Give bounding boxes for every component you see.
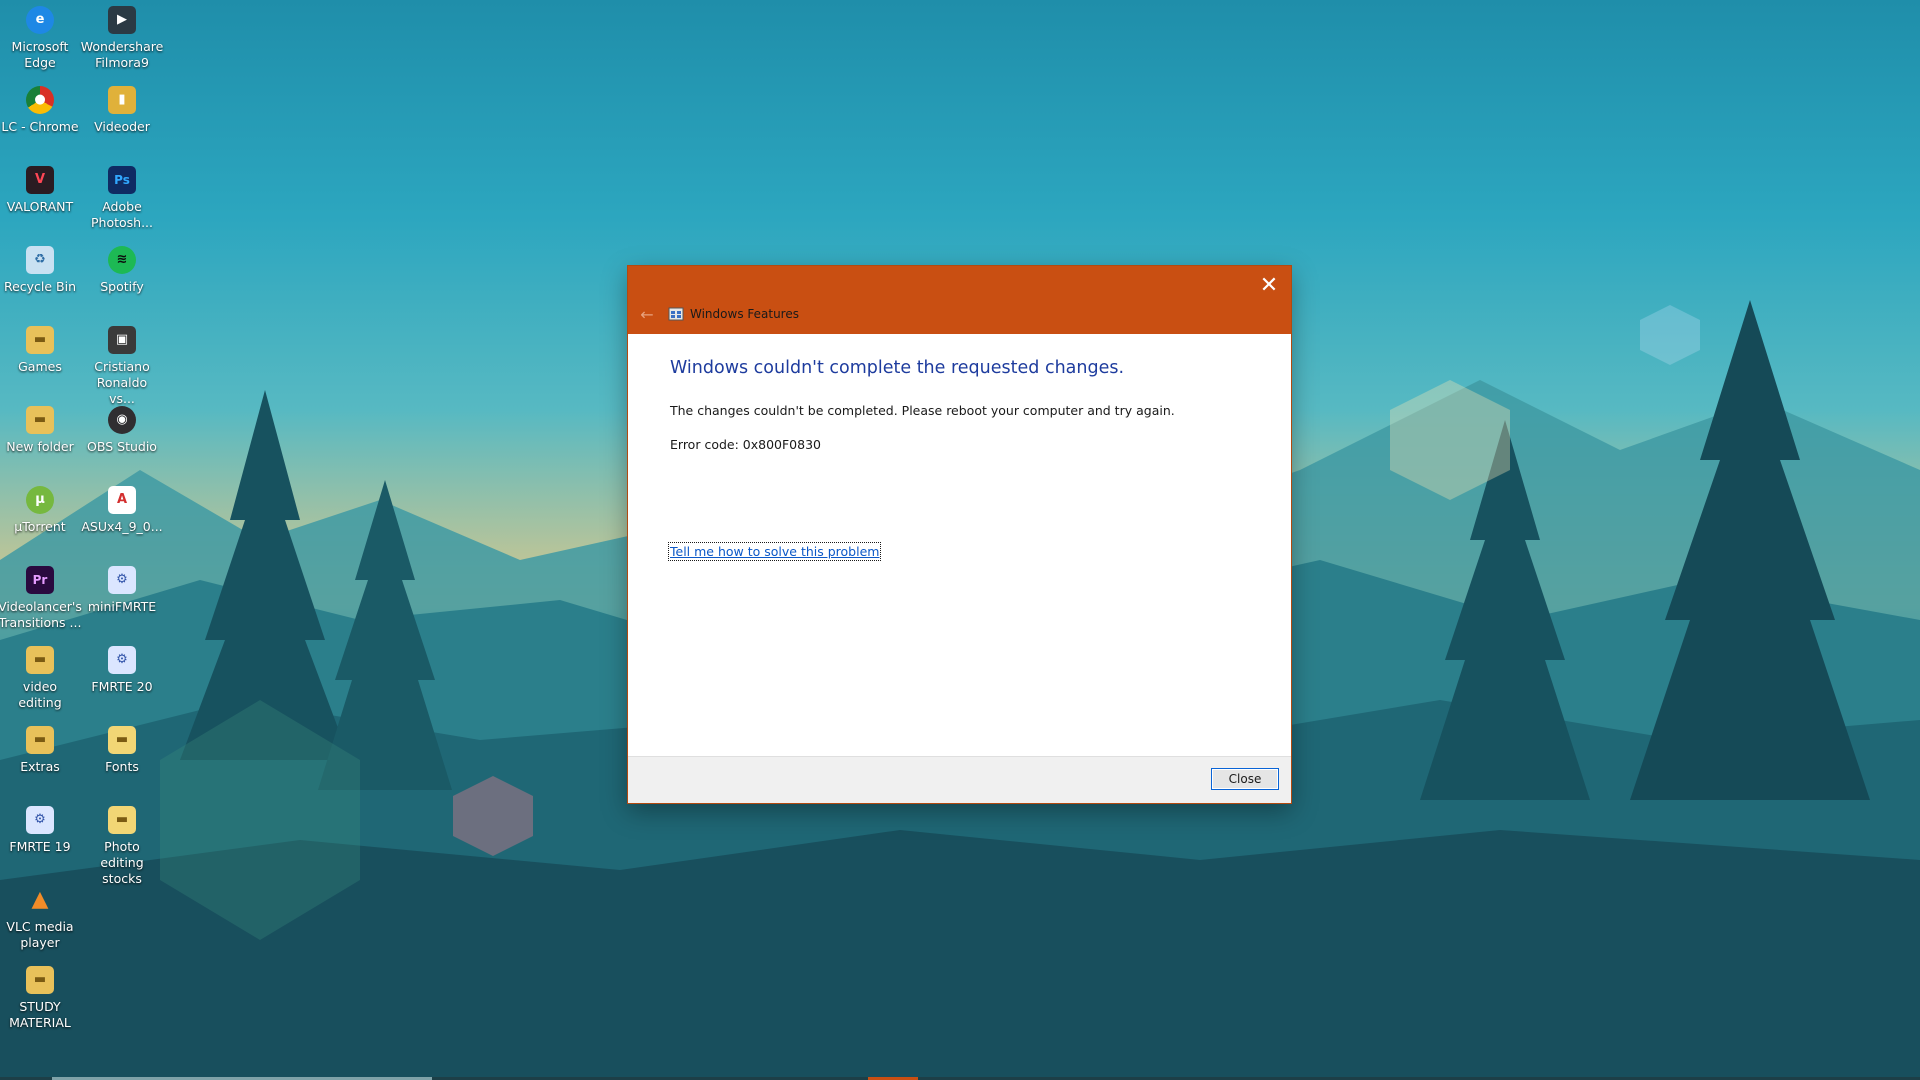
desktop-icon-microsoft-edge[interactable]: e Microsoft Edge <box>0 6 82 71</box>
vlc-icon: ▲ <box>31 887 49 912</box>
desktop-icon-study-material[interactable]: ▬ STUDY MATERIAL <box>0 966 82 1031</box>
folder-icon: ▬ <box>26 966 54 994</box>
windows-features-dialog: ✕ ← Windows Features Windows couldn't co… <box>628 266 1291 803</box>
desktop-icon-fmrte-19[interactable]: ⚙ FMRTE 19 <box>0 806 82 855</box>
premiere-icon: Pr <box>26 566 54 594</box>
fmrte-icon: ⚙ <box>26 806 54 834</box>
desktop-icon-label: FMRTE 19 <box>9 839 71 854</box>
desktop-icon-fmrte-20[interactable]: ⚙ FMRTE 20 <box>80 646 164 695</box>
help-link[interactable]: Tell me how to solve this problem <box>667 542 882 561</box>
desktop-icon-label: µTorrent <box>14 519 66 534</box>
desktop-icon-asux4-pdf[interactable]: A ASUx4_9_0... <box>80 486 164 535</box>
desktop-icon-spotify[interactable]: ≋ Spotify <box>80 246 164 295</box>
desktop-icon-wondershare-filmora9[interactable]: ▶ Wondershare Filmora9 <box>80 6 164 71</box>
desktop-icon-video-editing[interactable]: ▬ video editing <box>0 646 82 711</box>
desktop: e Microsoft Edge ▶ Wondershare Filmora9 … <box>0 0 1920 1080</box>
videoder-icon: ▮ <box>108 86 136 114</box>
windows-features-icon <box>668 307 684 321</box>
folder-icon: ▬ <box>108 726 136 754</box>
folder-icon: ▬ <box>26 726 54 754</box>
desktop-icon-recycle-bin[interactable]: ♻ Recycle Bin <box>0 246 82 295</box>
recycle-bin-icon: ♻ <box>26 246 54 274</box>
folder-icon: ▬ <box>26 406 54 434</box>
desktop-icon-videolancers-transitions[interactable]: Pr Videolancer's Transitions ... <box>0 566 82 631</box>
dialog-titlebar[interactable]: ✕ ← Windows Features <box>628 266 1291 334</box>
desktop-icon-label: Adobe Photosh... <box>90 199 153 230</box>
obs-icon: ◉ <box>108 406 136 434</box>
close-icon[interactable]: ✕ <box>1255 272 1283 300</box>
desktop-icon-photo-editing-stocks[interactable]: ▬ Photo editing stocks <box>80 806 164 887</box>
desktop-icon-label: video editing <box>18 679 62 710</box>
desktop-icon-label: New folder <box>6 439 74 454</box>
valorant-icon: V <box>26 166 54 194</box>
spotify-icon: ≋ <box>108 246 136 274</box>
desktop-icon-videoder[interactable]: ▮ Videoder <box>80 86 164 135</box>
desktop-icon-label: Microsoft Edge <box>11 39 69 70</box>
desktop-icon-new-folder[interactable]: ▬ New folder <box>0 406 82 455</box>
desktop-icon-label: Wondershare Filmora9 <box>80 39 164 70</box>
desktop-icon-label: Photo editing stocks <box>100 839 144 886</box>
utorrent-icon: µ <box>26 486 54 514</box>
desktop-icon-games[interactable]: ▬ Games <box>0 326 82 375</box>
desktop-icon-label: VLC media player <box>6 919 74 950</box>
desktop-icon-label: Spotify <box>100 279 144 294</box>
desktop-icon-obs-studio[interactable]: ◉ OBS Studio <box>80 406 164 455</box>
dialog-footer: Close <box>628 756 1291 803</box>
back-arrow-icon: ← <box>640 305 654 324</box>
dialog-message: The changes couldn't be completed. Pleas… <box>670 403 1175 418</box>
desktop-icon-utorrent[interactable]: µ µTorrent <box>0 486 82 535</box>
error-code-text: Error code: 0x800F0830 <box>670 437 821 452</box>
desktop-icon-label: Games <box>18 359 62 374</box>
desktop-icon-label: ASUx4_9_0... <box>81 519 163 534</box>
desktop-icon-fonts[interactable]: ▬ Fonts <box>80 726 164 775</box>
desktop-icon-label: VALORANT <box>6 199 74 214</box>
dialog-heading: Windows couldn't complete the requested … <box>670 358 1125 378</box>
desktop-icon-lc-chrome[interactable]: ● LC - Chrome <box>0 86 82 135</box>
desktop-icon-label: Cristiano Ronaldo vs... <box>94 359 150 406</box>
desktop-icon-label: STUDY MATERIAL <box>9 999 71 1030</box>
desktop-icon-adobe-photoshop[interactable]: Ps Adobe Photosh... <box>80 166 164 231</box>
desktop-icon-label: Extras <box>20 759 60 774</box>
folder-icon: ▬ <box>108 806 136 834</box>
video-thumbnail-icon: ▣ <box>108 326 136 354</box>
desktop-icon-label: OBS Studio <box>87 439 157 454</box>
pdf-icon: A <box>108 486 136 514</box>
folder-icon: ▬ <box>26 326 54 354</box>
desktop-icon-vlc-media-player[interactable]: ▲ VLC media player <box>0 886 82 951</box>
desktop-icon-label: FMRTE 20 <box>91 679 153 694</box>
desktop-icon-valorant[interactable]: V VALORANT <box>0 166 82 215</box>
desktop-icon-extras[interactable]: ▬ Extras <box>0 726 82 775</box>
close-button[interactable]: Close <box>1211 768 1279 790</box>
fmrte-icon: ⚙ <box>108 646 136 674</box>
photoshop-icon: Ps <box>108 166 136 194</box>
edge-icon: e <box>26 6 54 34</box>
desktop-icon-label: Videolancer's Transitions ... <box>0 599 82 630</box>
filmora-icon: ▶ <box>108 6 136 34</box>
desktop-icon-cristiano-ronaldo[interactable]: ▣ Cristiano Ronaldo vs... <box>80 326 164 407</box>
desktop-icon-label: miniFMRTE <box>87 599 157 614</box>
desktop-icon-label: Recycle Bin <box>3 279 77 294</box>
chrome-icon: ● <box>26 86 54 114</box>
window-title: Windows Features <box>690 307 799 321</box>
desktop-icon-label: LC - Chrome <box>1 119 79 134</box>
desktop-icon-label: Videoder <box>94 119 150 134</box>
fmrte-icon: ⚙ <box>108 566 136 594</box>
desktop-icon-minifmrte[interactable]: ⚙ miniFMRTE <box>80 566 164 615</box>
folder-icon: ▬ <box>26 646 54 674</box>
desktop-icon-label: Fonts <box>105 759 139 774</box>
